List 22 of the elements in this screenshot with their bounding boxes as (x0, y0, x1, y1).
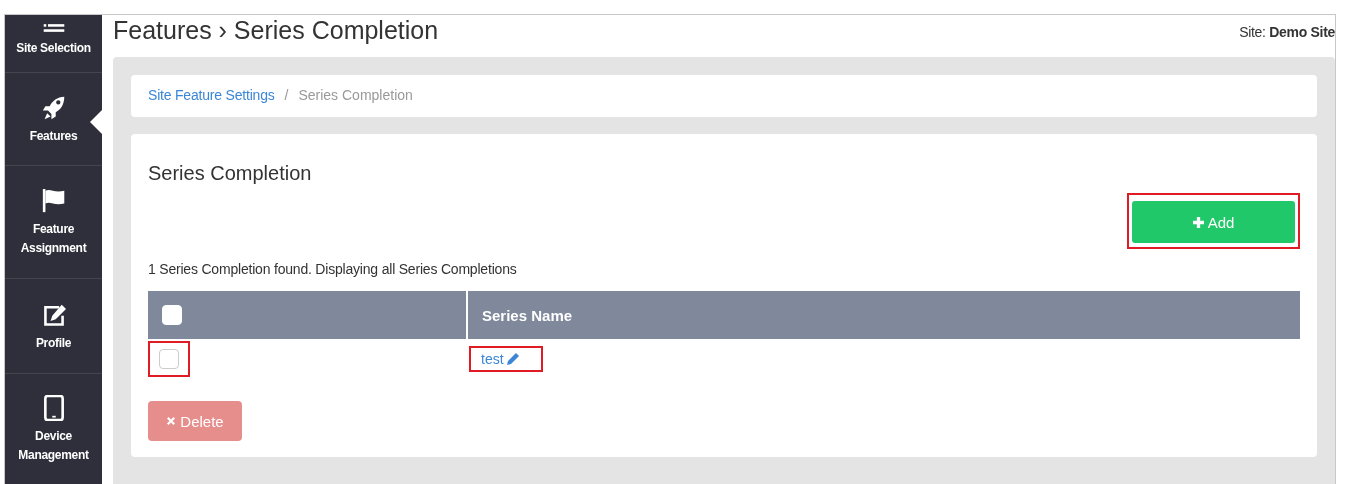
site-label: Site: Demo Site (1239, 24, 1335, 40)
result-summary: 1 Series Completion found. Displaying all Series Completions (148, 261, 518, 277)
sidebar-item[interactable]: Feature Assignment (5, 166, 102, 279)
close-icon (166, 416, 177, 426)
section-title: Series Completion (148, 162, 313, 185)
rocket-icon (41, 94, 66, 121)
tablet-icon (41, 395, 66, 421)
select-all-checkbox[interactable] (162, 305, 182, 325)
plus-icon (1192, 216, 1204, 228)
breadcrumb-text: / (284, 87, 289, 105)
series-name-link[interactable]: test (481, 351, 504, 367)
sidebar-item[interactable]: Profile (5, 279, 102, 374)
sidebar-item[interactable]: Site Selection (5, 15, 102, 73)
column-header: Series Name (482, 306, 573, 324)
page-title: Features › Series Completion (113, 16, 439, 45)
breadcrumb-link[interactable]: Site Feature Settings (148, 87, 275, 105)
pencil-icon[interactable] (506, 353, 519, 365)
sidebar-item[interactable]: Device Management (5, 374, 102, 484)
breadcrumb-text: Series Completion (298, 87, 413, 105)
row-checkbox[interactable] (159, 349, 179, 369)
list-icon (41, 23, 66, 33)
flag-icon (41, 188, 66, 214)
